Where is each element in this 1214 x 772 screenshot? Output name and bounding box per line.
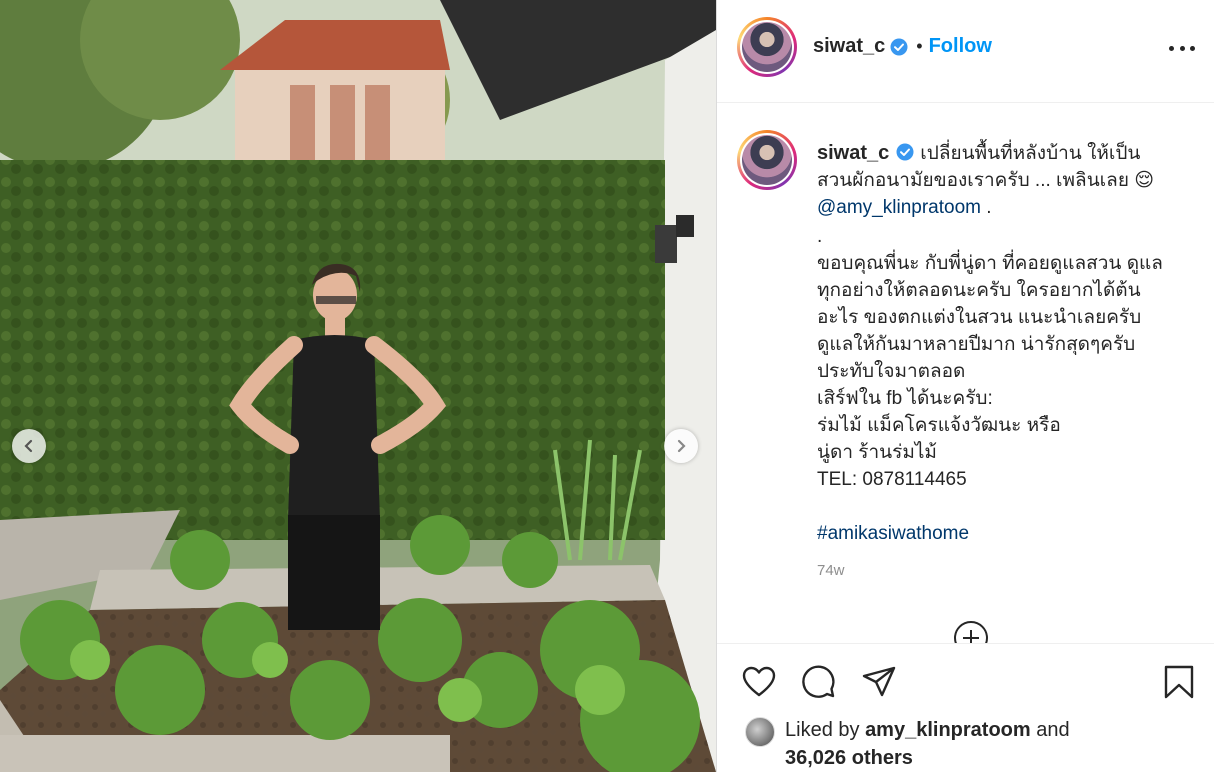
post-side-panel: siwat_c • Follow siwat_c เปลี่ยนพื้นที่หล… [716,0,1214,772]
liked-and: and [1030,719,1070,741]
more-options-icon[interactable] [1169,38,1195,58]
caption-body-line: ประทับใจมาตลอด [817,361,966,382]
caption-author-avatar[interactable] [737,130,797,190]
caption-text-line: สวนผักอนามัยของเราครับ ... เพลินเลย 😌 [817,170,1155,191]
author-username[interactable]: siwat_c [813,35,885,58]
liked-prefix: Liked by [785,719,866,741]
caption-line: siwat_c เปลี่ยนพื้นที่หลังบ้าน ให้เป็น [817,140,1197,167]
caption-text-line: เปลี่ยนพื้นที่หลังบ้าน ให้เป็น [920,143,1141,164]
chevron-right-icon [677,439,686,453]
next-photo-button[interactable] [664,429,698,463]
liker-username[interactable]: amy_klinpratoom [865,719,1031,741]
post-actions: Liked by amy_klinpratoom and 36,026 othe… [717,643,1214,772]
follow-button[interactable]: Follow [929,35,992,58]
caption-body-line: อะไร ของตกแต่งในสวน แนะนำเลยครับ [817,307,1142,328]
caption-username[interactable]: siwat_c [817,142,889,164]
caption-body-line: ร่มไม้ แม็คโครแจ้งวัฒนะ หรือ [817,415,1061,436]
post-caption: siwat_c เปลี่ยนพื้นที่หลังบ้าน ให้เป็น สว… [817,140,1197,547]
caption-body-line: TEL: 0878114465 [817,469,967,490]
hashtag-link[interactable]: #amikasiwathome [817,520,1197,547]
post-photo[interactable] [0,0,716,772]
previous-photo-button[interactable] [12,429,46,463]
likes-count-link[interactable]: 36,026 others [785,747,913,769]
caption-body-line: เสิร์ฟใน fb ได้นะครับ: [817,388,993,409]
caption-body-line: ทุกอย่างให้ตลอดนะครับ ใครอยากได้ต้น [817,280,1141,301]
comment-bubble-icon[interactable] [801,664,837,700]
bookmark-icon[interactable] [1161,664,1197,700]
caption-body-line: นู่ดา ร้านร่มไม้ [817,442,937,463]
chevron-left-icon [24,439,33,453]
caption-body-line: ดูแลให้กันมาหลายปีมาก น่ารักสุดๆครับ [817,334,1136,355]
caption-mention-line: @amy_klinpratoom . [817,194,1197,221]
caption-dot: . [817,226,823,247]
paper-plane-icon[interactable] [861,664,897,700]
mention-suffix: . [980,197,992,218]
verified-badge-icon [890,38,908,55]
separator-dot: • [916,36,923,56]
verified-badge-icon [896,143,914,161]
post-timestamp[interactable]: 74w [817,562,845,579]
heart-icon[interactable] [741,664,777,700]
liker-avatar[interactable] [745,717,775,747]
post-header: siwat_c • Follow [717,0,1214,103]
comments-section: siwat_c เปลี่ยนพื้นที่หลังบ้าน ให้เป็น สว… [717,104,1214,644]
caption-body-line: ขอบคุณพี่นะ กับพี่นู่ดา ที่คอยดูแลสวน ดู… [817,253,1163,274]
garden-photo [0,0,716,772]
mention-link[interactable]: @amy_klinpratoom [817,197,981,218]
plus-circle-icon[interactable] [953,620,989,644]
author-avatar[interactable] [737,17,797,77]
